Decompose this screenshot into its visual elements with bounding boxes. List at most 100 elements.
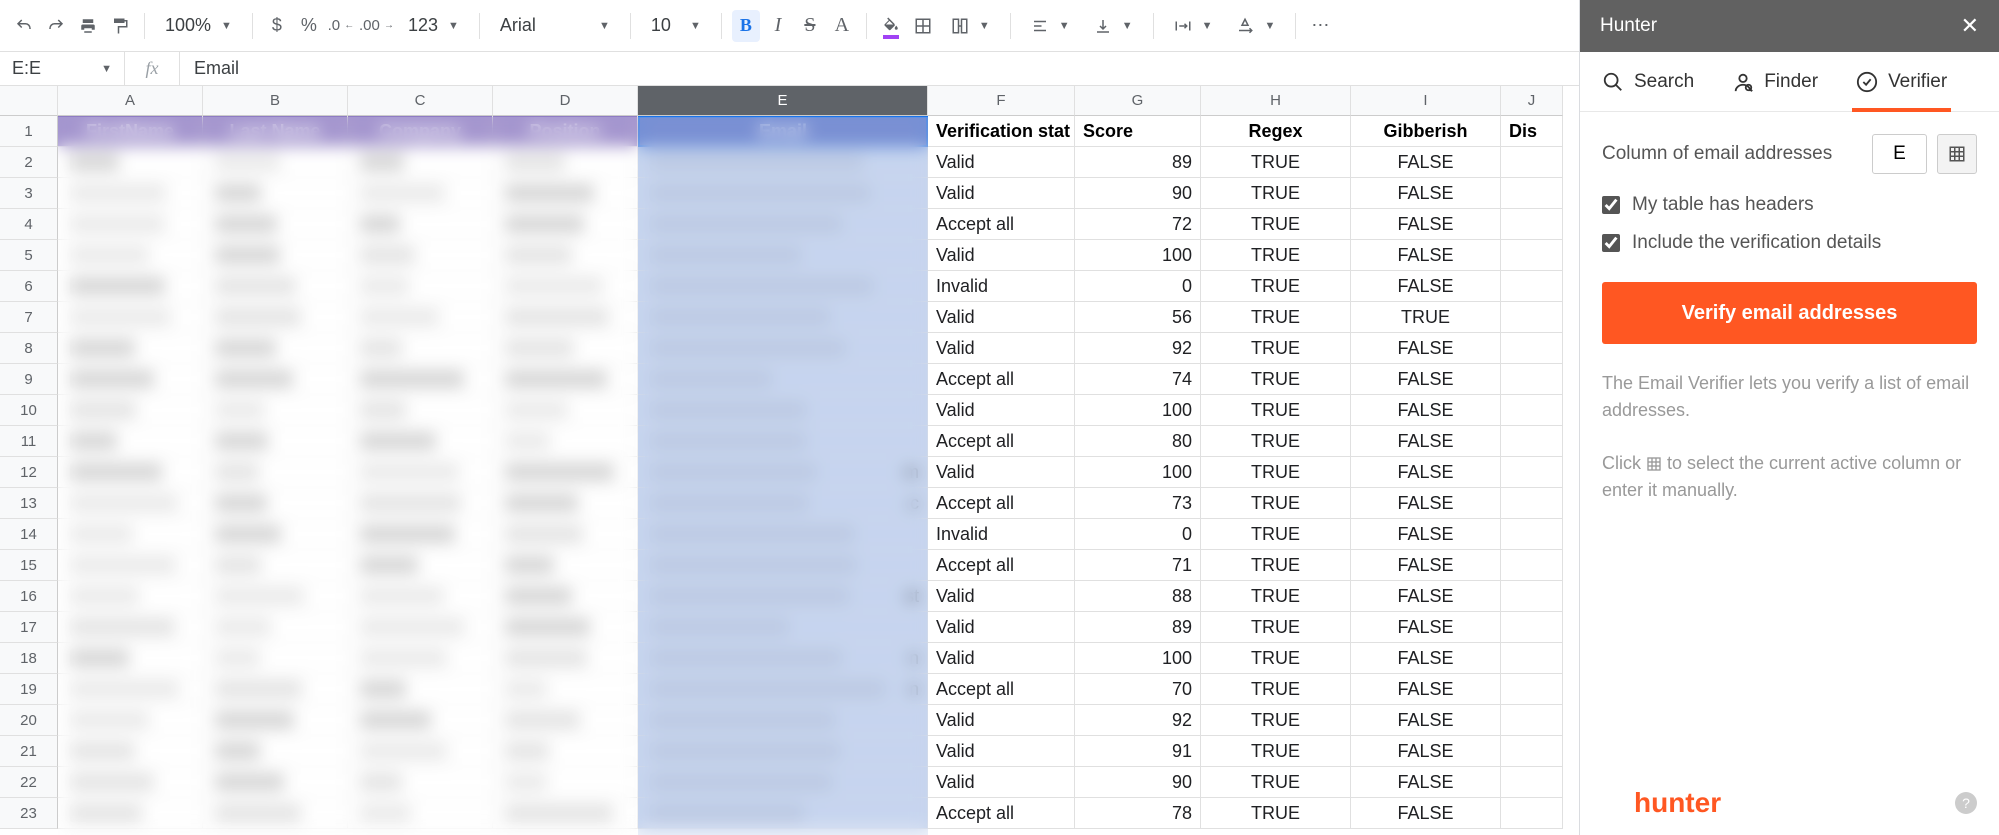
cell[interactable]: [203, 271, 348, 302]
cell[interactable]: [638, 178, 928, 209]
cell[interactable]: [493, 302, 638, 333]
cell[interactable]: m: [638, 457, 928, 488]
cell[interactable]: [1501, 147, 1563, 178]
cell[interactable]: [348, 767, 493, 798]
cell[interactable]: [203, 178, 348, 209]
cell[interactable]: Accept all: [928, 798, 1075, 829]
cell[interactable]: [348, 550, 493, 581]
row-header[interactable]: 20: [0, 705, 58, 736]
cell[interactable]: FALSE: [1351, 457, 1501, 488]
tab-search[interactable]: Search: [1598, 52, 1698, 111]
cell[interactable]: [493, 705, 638, 736]
fill-color-button[interactable]: [877, 10, 905, 42]
details-checkbox-row[interactable]: Include the verification details: [1602, 232, 1977, 254]
increase-decimal-button[interactable]: .00 →: [359, 10, 394, 42]
zoom-dropdown[interactable]: 100%▼: [155, 10, 242, 42]
column-header-A[interactable]: A: [58, 86, 203, 116]
header-cell[interactable]: Email: [638, 116, 928, 147]
cell[interactable]: Accept all: [928, 426, 1075, 457]
cell[interactable]: [493, 426, 638, 457]
cell[interactable]: n: [638, 674, 928, 705]
cell[interactable]: TRUE: [1201, 798, 1351, 829]
cell[interactable]: [638, 147, 928, 178]
cell[interactable]: [493, 612, 638, 643]
cell[interactable]: [58, 736, 203, 767]
row-header[interactable]: 3: [0, 178, 58, 209]
cell[interactable]: FALSE: [1351, 736, 1501, 767]
cell[interactable]: 74: [1075, 364, 1201, 395]
cell[interactable]: [348, 271, 493, 302]
cell[interactable]: 89: [1075, 612, 1201, 643]
print-button[interactable]: [74, 10, 102, 42]
cell[interactable]: [493, 209, 638, 240]
header-cell[interactable]: Verification stat: [928, 116, 1075, 147]
cell[interactable]: [348, 178, 493, 209]
more-toolbar-button[interactable]: ⋯: [1306, 10, 1334, 42]
cell[interactable]: 92: [1075, 705, 1201, 736]
cell[interactable]: [58, 271, 203, 302]
cell[interactable]: [1501, 798, 1563, 829]
cell[interactable]: [1501, 395, 1563, 426]
cell[interactable]: [58, 147, 203, 178]
cell[interactable]: [493, 147, 638, 178]
cell[interactable]: [1501, 271, 1563, 302]
cell[interactable]: Invalid: [928, 271, 1075, 302]
font-dropdown[interactable]: Arial▼: [490, 10, 620, 42]
cell[interactable]: FALSE: [1351, 612, 1501, 643]
more-formats-dropdown[interactable]: 123▼: [398, 10, 469, 42]
cell[interactable]: TRUE: [1201, 612, 1351, 643]
cell[interactable]: [493, 581, 638, 612]
cell[interactable]: [203, 457, 348, 488]
cell[interactable]: [203, 705, 348, 736]
column-header-J[interactable]: J: [1501, 86, 1563, 116]
row-header[interactable]: 23: [0, 798, 58, 829]
cell[interactable]: [638, 612, 928, 643]
cell[interactable]: FALSE: [1351, 271, 1501, 302]
cell[interactable]: [1501, 705, 1563, 736]
column-header-I[interactable]: I: [1351, 86, 1501, 116]
bold-button[interactable]: B: [732, 10, 760, 42]
cell[interactable]: Accept all: [928, 488, 1075, 519]
strikethrough-button[interactable]: S: [796, 10, 824, 42]
row-header[interactable]: 4: [0, 209, 58, 240]
cell[interactable]: [348, 674, 493, 705]
cell[interactable]: [638, 550, 928, 581]
cell[interactable]: FALSE: [1351, 705, 1501, 736]
cell[interactable]: [638, 333, 928, 364]
cell[interactable]: [203, 488, 348, 519]
cell[interactable]: [348, 736, 493, 767]
cell[interactable]: [203, 333, 348, 364]
help-icon[interactable]: ?: [1955, 792, 1977, 814]
cell[interactable]: FALSE: [1351, 364, 1501, 395]
cell[interactable]: Valid: [928, 178, 1075, 209]
cell[interactable]: TRUE: [1201, 426, 1351, 457]
cell[interactable]: Valid: [928, 643, 1075, 674]
cell[interactable]: [58, 643, 203, 674]
paint-format-button[interactable]: [106, 10, 134, 42]
cell[interactable]: TRUE: [1201, 240, 1351, 271]
cell[interactable]: [1501, 178, 1563, 209]
cell[interactable]: [348, 612, 493, 643]
cell[interactable]: FALSE: [1351, 674, 1501, 705]
cell[interactable]: 72: [1075, 209, 1201, 240]
cell[interactable]: [348, 519, 493, 550]
details-checkbox[interactable]: [1602, 234, 1620, 252]
cell[interactable]: [58, 457, 203, 488]
select-all-corner[interactable]: [0, 86, 58, 116]
header-cell[interactable]: Position: [493, 116, 638, 147]
cell[interactable]: [493, 767, 638, 798]
cell[interactable]: [203, 240, 348, 271]
cell[interactable]: [58, 705, 203, 736]
cell[interactable]: [58, 581, 203, 612]
row-header[interactable]: 10: [0, 395, 58, 426]
cell[interactable]: [638, 240, 928, 271]
cell[interactable]: [203, 147, 348, 178]
cell[interactable]: FALSE: [1351, 488, 1501, 519]
cell[interactable]: [493, 550, 638, 581]
cell[interactable]: [1501, 426, 1563, 457]
cell[interactable]: 73: [1075, 488, 1201, 519]
cell[interactable]: 71: [1075, 550, 1201, 581]
cell[interactable]: [638, 209, 928, 240]
row-header[interactable]: 17: [0, 612, 58, 643]
column-header-D[interactable]: D: [493, 86, 638, 116]
